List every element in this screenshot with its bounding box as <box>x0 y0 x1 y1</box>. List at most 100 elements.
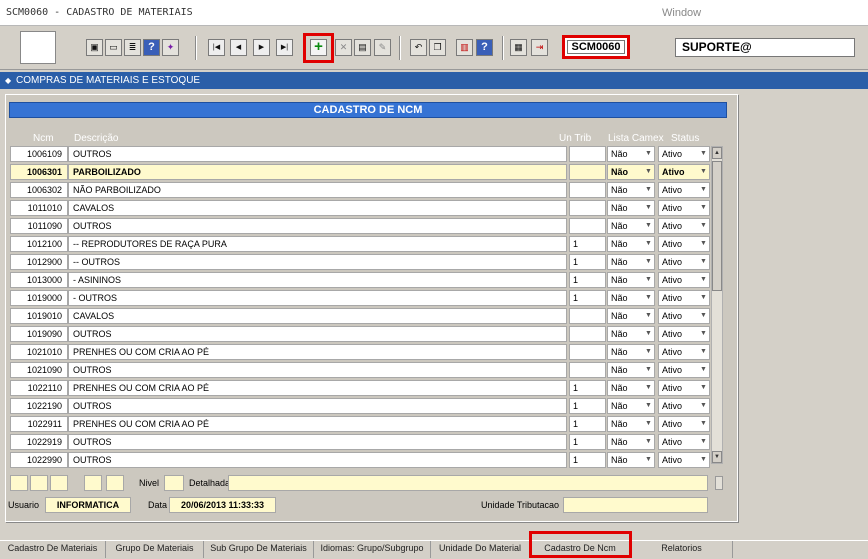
menu-icon[interactable]: ▦ <box>510 39 527 56</box>
table-row[interactable]: 1022911 PRENHES OU COM CRIA AO PÉ 1 Não ▼ Ati… <box>10 416 710 432</box>
un-trib-cell[interactable] <box>569 308 606 324</box>
scroll-thumb[interactable] <box>712 161 722 291</box>
dropdown-arrow-icon[interactable]: ▼ <box>643 237 654 251</box>
description-cell[interactable]: OUTROS <box>68 434 567 450</box>
description-cell[interactable]: CAVALOS <box>68 200 567 216</box>
un-trib-cell[interactable]: 1 <box>569 272 606 288</box>
ncm-cell[interactable]: 1006109 <box>10 146 68 162</box>
table-row[interactable]: 1006109 OUTROS Não ▼ Ativo ▼ <box>10 146 710 162</box>
status-select[interactable]: Ativo ▼ <box>658 452 710 468</box>
lista-camex-select[interactable]: Não ▼ <box>607 398 655 414</box>
status-select[interactable]: Ativo ▼ <box>658 146 710 162</box>
dropdown-arrow-icon[interactable]: ▼ <box>698 363 709 377</box>
detalhada-field[interactable] <box>228 475 708 491</box>
dropdown-arrow-icon[interactable]: ▼ <box>698 237 709 251</box>
tab-sub-grupo-materiais[interactable]: Sub Grupo De Materiais <box>204 541 314 558</box>
un-trib-cell[interactable]: 1 <box>569 236 606 252</box>
table-row[interactable]: 1021010 PRENHES OU COM CRIA AO PÉ Não ▼ Ativ… <box>10 344 710 360</box>
table-row[interactable]: 1013000 - ASININOS 1 Não ▼ Ativo ▼ <box>10 272 710 288</box>
prev-record-icon[interactable]: ◀ <box>230 39 247 56</box>
delete-record-icon[interactable]: ✕ <box>335 39 352 56</box>
dropdown-arrow-icon[interactable]: ▼ <box>698 345 709 359</box>
tab-grupo-materiais[interactable]: Grupo De Materiais <box>106 541 204 558</box>
status-select[interactable]: Ativo ▼ <box>658 380 710 396</box>
wand-icon[interactable]: ✦ <box>162 39 179 56</box>
description-cell[interactable]: PRENHES OU COM CRIA AO PÉ <box>68 416 567 432</box>
status-select[interactable]: Ativo ▼ <box>658 218 710 234</box>
table-row[interactable]: 1021090 OUTROS Não ▼ Ativo ▼ <box>10 362 710 378</box>
help-icon[interactable]: ? <box>476 39 493 56</box>
un-trib-cell[interactable] <box>569 218 606 234</box>
dropdown-arrow-icon[interactable]: ▼ <box>643 399 654 413</box>
next-record-icon[interactable]: ▶ <box>253 39 270 56</box>
query-icon[interactable]: ? <box>143 39 160 56</box>
ncm-cell[interactable]: 1022911 <box>10 416 68 432</box>
dropdown-arrow-icon[interactable]: ▼ <box>643 327 654 341</box>
edit-icon[interactable]: ✎ <box>374 39 391 56</box>
ncm-cell[interactable]: 1019010 <box>10 308 68 324</box>
dropdown-arrow-icon[interactable]: ▼ <box>643 201 654 215</box>
table-row[interactable]: 1022110 PRENHES OU COM CRIA AO PÉ 1 Não ▼ Ati… <box>10 380 710 396</box>
last-record-icon[interactable]: ▶| <box>276 39 293 56</box>
dropdown-arrow-icon[interactable]: ▼ <box>698 309 709 323</box>
dropdown-arrow-icon[interactable]: ▼ <box>698 291 709 305</box>
ncm-cell[interactable]: 1013000 <box>10 272 68 288</box>
lista-camex-select[interactable]: Não ▼ <box>607 290 655 306</box>
description-cell[interactable]: NÃO PARBOILIZADO <box>68 182 567 198</box>
save-icon[interactable]: ▣ <box>86 39 103 56</box>
ncm-cell[interactable]: 1011090 <box>10 218 68 234</box>
un-trib-cell[interactable]: 1 <box>569 380 606 396</box>
ncm-cell[interactable]: 1022990 <box>10 452 68 468</box>
dropdown-arrow-icon[interactable]: ▼ <box>698 327 709 341</box>
un-trib-cell[interactable]: 1 <box>569 452 606 468</box>
dropdown-arrow-icon[interactable]: ▼ <box>698 381 709 395</box>
table-row[interactable]: 1019090 OUTROS Não ▼ Ativo ▼ <box>10 326 710 342</box>
lista-camex-select[interactable]: Não ▼ <box>607 434 655 450</box>
dropdown-arrow-icon[interactable]: ▼ <box>643 273 654 287</box>
lista-camex-select[interactable]: Não ▼ <box>607 416 655 432</box>
ncm-cell[interactable]: 1006302 <box>10 182 68 198</box>
dropdown-arrow-icon[interactable]: ▼ <box>643 417 654 431</box>
description-cell[interactable]: -- OUTROS <box>68 254 567 270</box>
lista-camex-select[interactable]: Não ▼ <box>607 308 655 324</box>
description-cell[interactable]: OUTROS <box>68 326 567 342</box>
ncm-cell[interactable]: 1011010 <box>10 200 68 216</box>
dropdown-arrow-icon[interactable]: ▼ <box>698 453 709 467</box>
lista-camex-select[interactable]: Não ▼ <box>607 254 655 270</box>
status-select[interactable]: Ativo ▼ <box>658 362 710 378</box>
footer-box[interactable] <box>84 475 102 491</box>
dropdown-arrow-icon[interactable]: ▼ <box>643 363 654 377</box>
un-trib-cell[interactable]: 1 <box>569 434 606 450</box>
table-row[interactable]: 1006302 NÃO PARBOILIZADO Não ▼ Ativo ▼ <box>10 182 710 198</box>
dropdown-arrow-icon[interactable]: ▼ <box>643 381 654 395</box>
resize-grip[interactable] <box>715 476 723 490</box>
nivel-field[interactable] <box>164 475 184 491</box>
description-cell[interactable]: CAVALOS <box>68 308 567 324</box>
dropdown-arrow-icon[interactable]: ▼ <box>643 147 654 161</box>
ncm-cell[interactable]: 1012100 <box>10 236 68 252</box>
un-trib-cell[interactable]: 1 <box>569 398 606 414</box>
table-row[interactable]: 1006301 PARBOILIZADO Não ▼ Ativo ▼ <box>10 164 710 180</box>
table-row[interactable]: 1022919 OUTROS 1 Não ▼ Ativo ▼ <box>10 434 710 450</box>
dropdown-arrow-icon[interactable]: ▼ <box>698 273 709 287</box>
ncm-cell[interactable]: 1006301 <box>10 164 68 180</box>
lista-camex-select[interactable]: Não ▼ <box>607 326 655 342</box>
description-cell[interactable]: - OUTROS <box>68 290 567 306</box>
footer-box[interactable] <box>106 475 124 491</box>
dropdown-arrow-icon[interactable]: ▼ <box>643 309 654 323</box>
un-trib-cell[interactable]: 1 <box>569 416 606 432</box>
ncm-cell[interactable]: 1022190 <box>10 398 68 414</box>
dropdown-arrow-icon[interactable]: ▼ <box>698 399 709 413</box>
dropdown-arrow-icon[interactable]: ▼ <box>643 165 654 179</box>
first-record-icon[interactable]: |◀ <box>208 39 225 56</box>
window-icon[interactable]: ▭ <box>105 39 122 56</box>
window-menu[interactable]: Window <box>662 7 701 19</box>
table-row[interactable]: 1012900 -- OUTROS 1 Não ▼ Ativo ▼ <box>10 254 710 270</box>
dropdown-arrow-icon[interactable]: ▼ <box>698 219 709 233</box>
exit-icon[interactable]: ⇥ <box>531 39 548 56</box>
un-trib-cell[interactable] <box>569 164 606 180</box>
footer-box[interactable] <box>50 475 68 491</box>
table-row[interactable]: 1012100 -- REPRODUTORES DE RAÇA PURA 1 Não ▼… <box>10 236 710 252</box>
un-trib-cell[interactable]: 1 <box>569 290 606 306</box>
status-select[interactable]: Ativo ▼ <box>658 200 710 216</box>
